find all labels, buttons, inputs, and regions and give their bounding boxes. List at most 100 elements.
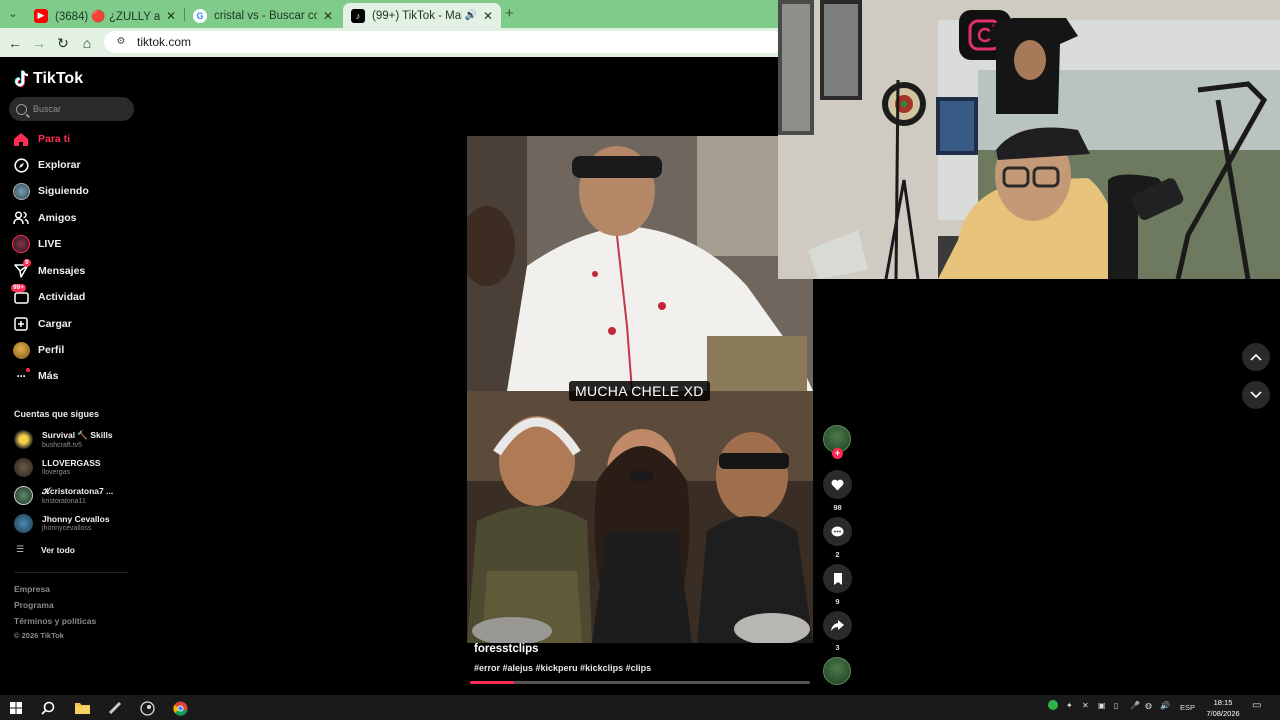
forward-arrow-icon[interactable]: →	[30, 34, 48, 52]
nav-label: Perfil	[38, 344, 65, 356]
url-text: tiktok.com	[137, 35, 192, 49]
tray-icon-green[interactable]	[1048, 700, 1058, 712]
search-icon	[16, 103, 27, 115]
browser-tab-tiktok[interactable]: ♪ (99+) TikTok - Make Your Day 🔊 ✕	[343, 3, 501, 28]
account-handle: llovergas	[42, 469, 71, 476]
account-handle: jhonnycevalloss	[42, 525, 92, 532]
nav-item-explorar[interactable]: Explorar	[12, 155, 81, 175]
browser-tab-google[interactable]: G cristal vs - Buscar con Google ✕	[185, 3, 341, 28]
chevron-down-icon	[1250, 391, 1262, 399]
steam-icon[interactable]	[137, 698, 157, 718]
sound-disc-avatar[interactable]	[823, 657, 851, 685]
nav-item-perfil[interactable]: Perfil	[12, 340, 64, 360]
tab-search-chevron-icon[interactable]: ⌄	[6, 7, 20, 21]
address-bar[interactable]: ⚙ tiktok.com	[104, 31, 784, 53]
nav-item-mensajes[interactable]: 9 Mensajes	[12, 259, 86, 281]
tray-app-icon[interactable]: ◍	[1145, 701, 1152, 710]
comment-count: 2	[835, 550, 840, 559]
account-handle: kristoratona11	[42, 497, 86, 505]
nav-item-para-ti[interactable]: Para ti	[12, 129, 70, 149]
save-button[interactable]	[823, 564, 852, 593]
system-clock[interactable]: 18:15 7/08/2026	[1200, 697, 1246, 719]
share-button[interactable]	[823, 611, 852, 640]
video-player[interactable]: MUCHA CHELE XD	[467, 136, 813, 643]
speaker-icon[interactable]: 🔊	[465, 10, 477, 21]
tab-title: (3684) 🔴 ¿ZULLY a la BLACKLIST	[55, 10, 160, 23]
battery-icon[interactable]: ▯	[1114, 701, 1118, 710]
google-icon: G	[193, 8, 207, 23]
footer-link-programa[interactable]: Programa	[14, 600, 54, 610]
tray-app-icon[interactable]: ▣	[1098, 701, 1106, 710]
account-name: Jhonny Cevallos	[42, 514, 110, 524]
account-name: LLOVERGASS	[42, 458, 101, 468]
notifications-icon[interactable]: ▭	[1252, 700, 1261, 711]
windows-start-icon[interactable]	[6, 698, 26, 718]
following-section-title: Cuentas que sigues	[14, 409, 100, 419]
nav-label: Explorar	[38, 159, 81, 171]
screen: { "browser": { "tabs": [ {"title": "(368…	[0, 0, 1280, 720]
nav-item-live[interactable]: LIVE	[12, 234, 61, 254]
back-arrow-icon[interactable]: ←	[6, 34, 24, 52]
avatar	[14, 457, 33, 477]
list-icon: ☰	[16, 544, 25, 554]
following-icon	[12, 182, 30, 200]
following-item[interactable]: Survival 🔨 Skills bushcraft.tv5	[14, 427, 113, 451]
tiktok-logo[interactable]: TikTok	[14, 70, 83, 88]
search-box[interactable]	[9, 97, 134, 121]
copyright: © 2026 TikTok	[14, 631, 64, 640]
messages-badge: 9	[23, 259, 31, 267]
more-icon: ···	[12, 367, 30, 385]
app-icon[interactable]	[105, 698, 125, 718]
tray-app-icon[interactable]: ✕	[1082, 701, 1089, 710]
search-input[interactable]	[33, 104, 123, 114]
save-count: 9	[835, 597, 840, 606]
following-item[interactable]: LLOVERGASS llovergas	[14, 455, 101, 479]
youtube-icon: ▶	[34, 8, 48, 23]
microphone-icon[interactable]: 🎤	[1130, 701, 1140, 710]
reload-icon[interactable]: ↻	[54, 34, 72, 52]
chevron-up-icon	[1250, 353, 1262, 361]
tiktok-favicon: ♪	[351, 8, 365, 23]
comment-button[interactable]	[823, 517, 852, 546]
site-settings-icon[interactable]: ⚙	[114, 35, 128, 49]
volume-icon[interactable]: 🔊	[1160, 701, 1170, 710]
browser-tab-youtube[interactable]: ▶ (3684) 🔴 ¿ZULLY a la BLACKLIST ✕	[26, 3, 184, 28]
see-all-link[interactable]: ☰ Ver todo	[16, 544, 75, 555]
next-video-button[interactable]	[1242, 381, 1270, 409]
video-hashtags[interactable]: #error #alejus #kickperu #kickclips #cli…	[474, 663, 651, 673]
tab-close-icon[interactable]: ✕	[164, 9, 178, 23]
follow-plus-icon[interactable]: +	[832, 448, 843, 459]
like-button[interactable]	[823, 470, 852, 499]
live-icon	[12, 235, 30, 253]
chrome-icon[interactable]	[170, 698, 190, 718]
home-icon[interactable]: ⌂	[78, 34, 96, 52]
video-author[interactable]: foresstclips	[474, 643, 539, 655]
following-item[interactable]: Jhonny Cevallos jhonnycevalloss	[14, 511, 110, 535]
tab-close-icon[interactable]: ✕	[321, 9, 335, 23]
brand-name: TikTok	[33, 70, 84, 87]
nav-label: Cargar	[38, 318, 72, 330]
avatar	[14, 429, 33, 449]
bookmark-icon	[833, 572, 842, 585]
nav-item-siguiendo[interactable]: Siguiendo	[12, 181, 89, 201]
search-icon[interactable]	[38, 698, 58, 718]
profile-icon	[12, 341, 30, 359]
footer-link-empresa[interactable]: Empresa	[14, 584, 50, 594]
file-explorer-icon[interactable]	[72, 698, 92, 718]
nav-label: Mensajes	[38, 265, 86, 277]
video-frame-bottom	[467, 391, 813, 643]
tab-close-icon[interactable]: ✕	[481, 9, 495, 23]
video-progress-bar[interactable]	[470, 681, 810, 684]
following-item[interactable]: 𝓚cristoratona7 ... kristoratona11	[14, 483, 113, 507]
nav-item-amigos[interactable]: Amigos	[12, 208, 77, 228]
new-tab-button[interactable]: +	[505, 5, 514, 22]
footer-link-terminos[interactable]: Términos y políticas	[14, 616, 96, 626]
tray-app-icon[interactable]: ✦	[1066, 701, 1073, 710]
clock-date: 7/08/2026	[1206, 709, 1240, 718]
previous-video-button[interactable]	[1242, 343, 1270, 371]
language-indicator[interactable]: ESP	[1180, 703, 1195, 712]
nav-item-cargar[interactable]: Cargar	[12, 314, 72, 334]
avatar	[14, 485, 33, 505]
nav-item-mas[interactable]: ··· Más	[12, 366, 58, 386]
nav-item-actividad[interactable]: 99+ Actividad	[11, 284, 85, 307]
